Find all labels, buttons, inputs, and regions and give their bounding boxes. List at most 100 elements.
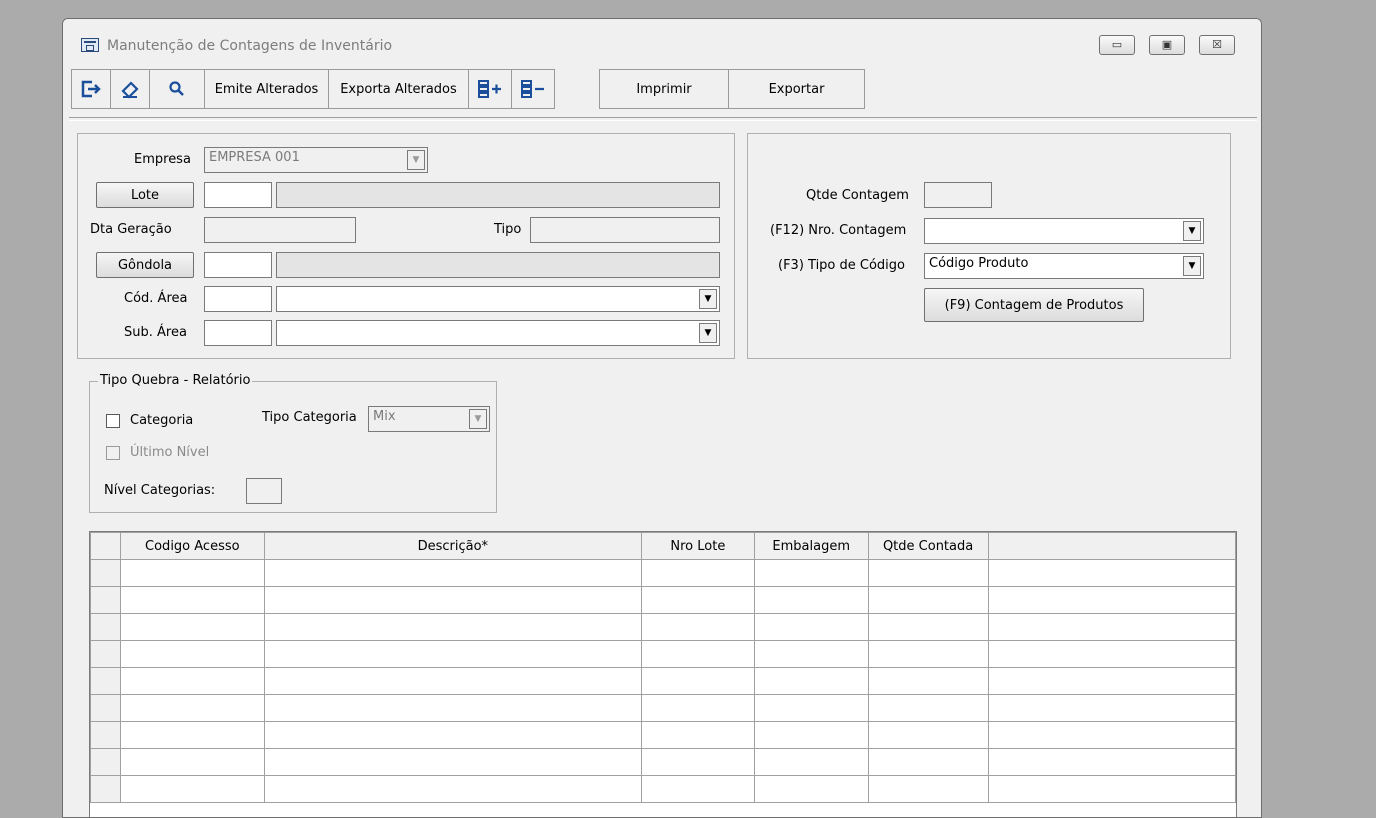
row-indicator[interactable] [90, 586, 121, 614]
table-cell[interactable] [263, 559, 642, 587]
table-cell[interactable] [753, 559, 869, 587]
table-cell[interactable] [640, 694, 755, 722]
close-button[interactable]: ☒ [1199, 35, 1235, 55]
table-cell[interactable] [119, 586, 265, 614]
items-grid[interactable]: Codigo Acesso Descrição* Nro Lote Embala… [89, 531, 1237, 817]
table-cell[interactable] [987, 694, 1236, 722]
table-cell[interactable] [867, 775, 989, 803]
row-indicator[interactable] [90, 775, 121, 803]
search-button[interactable] [149, 69, 205, 109]
column-header[interactable]: Qtde Contada [867, 532, 989, 560]
row-indicator[interactable] [90, 613, 121, 641]
table-cell[interactable] [753, 613, 869, 641]
cod-area-select[interactable]: ▼ [276, 286, 720, 312]
table-cell[interactable] [263, 667, 642, 695]
table-cell[interactable] [753, 586, 869, 614]
chevron-down-icon[interactable]: ▼ [1183, 221, 1201, 241]
imprimir-button[interactable]: Imprimir [599, 69, 729, 109]
table-cell[interactable] [987, 559, 1236, 587]
exporta-alterados-button[interactable]: Exporta Alterados [328, 69, 469, 109]
collapse-all-button[interactable] [511, 69, 555, 109]
table-cell[interactable] [263, 613, 642, 641]
table-cell[interactable] [119, 640, 265, 668]
table-row[interactable] [90, 775, 1236, 803]
table-row[interactable] [90, 667, 1236, 695]
table-cell[interactable] [987, 640, 1236, 668]
table-cell[interactable] [753, 694, 869, 722]
table-cell[interactable] [119, 721, 265, 749]
table-row[interactable] [90, 586, 1236, 614]
lote-button[interactable]: Lote [96, 182, 194, 208]
table-cell[interactable] [263, 640, 642, 668]
column-header[interactable]: Embalagem [753, 532, 869, 560]
table-cell[interactable] [753, 721, 869, 749]
table-cell[interactable] [263, 775, 642, 803]
gondola-button[interactable]: Gôndola [96, 252, 194, 278]
table-cell[interactable] [867, 559, 989, 587]
table-cell[interactable] [640, 721, 755, 749]
exportar-button[interactable]: Exportar [728, 69, 865, 109]
table-cell[interactable] [987, 748, 1236, 776]
chevron-down-icon[interactable]: ▼ [1183, 256, 1201, 276]
emite-alterados-button[interactable]: Emite Alterados [204, 69, 329, 109]
table-cell[interactable] [640, 640, 755, 668]
table-cell[interactable] [640, 667, 755, 695]
table-cell[interactable] [119, 559, 265, 587]
table-cell[interactable] [263, 586, 642, 614]
table-cell[interactable] [867, 721, 989, 749]
table-cell[interactable] [119, 667, 265, 695]
table-cell[interactable] [753, 748, 869, 776]
row-indicator[interactable] [90, 694, 121, 722]
table-cell[interactable] [867, 613, 989, 641]
table-cell[interactable] [263, 694, 642, 722]
table-cell[interactable] [987, 667, 1236, 695]
table-cell[interactable] [753, 640, 869, 668]
lote-code-input[interactable] [204, 182, 272, 208]
nro-contagem-select[interactable]: ▼ [924, 218, 1204, 244]
table-row[interactable] [90, 613, 1236, 641]
chevron-down-icon[interactable]: ▼ [699, 323, 717, 343]
table-cell[interactable] [753, 667, 869, 695]
table-row[interactable] [90, 559, 1236, 587]
table-cell[interactable] [753, 775, 869, 803]
table-cell[interactable] [640, 613, 755, 641]
row-indicator[interactable] [90, 721, 121, 749]
cod-area-input[interactable] [204, 286, 272, 312]
table-cell[interactable] [867, 640, 989, 668]
table-cell[interactable] [987, 775, 1236, 803]
row-indicator[interactable] [90, 640, 121, 668]
row-indicator[interactable] [90, 559, 121, 587]
table-cell[interactable] [867, 667, 989, 695]
table-row[interactable] [90, 721, 1236, 749]
table-cell[interactable] [640, 586, 755, 614]
column-header[interactable]: Nro Lote [640, 532, 755, 560]
table-cell[interactable] [987, 613, 1236, 641]
contagem-produtos-button[interactable]: (F9) Contagem de Produtos [924, 288, 1144, 322]
exit-button[interactable] [71, 69, 111, 109]
clear-button[interactable] [110, 69, 150, 109]
sub-area-select[interactable]: ▼ [276, 320, 720, 346]
table-row[interactable] [90, 748, 1236, 776]
chevron-down-icon[interactable]: ▼ [699, 289, 717, 309]
table-cell[interactable] [640, 748, 755, 776]
table-cell[interactable] [119, 613, 265, 641]
table-cell[interactable] [867, 748, 989, 776]
table-cell[interactable] [119, 775, 265, 803]
column-header[interactable]: Codigo Acesso [119, 532, 265, 560]
table-row[interactable] [90, 694, 1236, 722]
table-cell[interactable] [119, 694, 265, 722]
table-cell[interactable] [119, 748, 265, 776]
table-cell[interactable] [867, 586, 989, 614]
expand-all-button[interactable] [468, 69, 512, 109]
table-cell[interactable] [987, 586, 1236, 614]
row-indicator[interactable] [90, 667, 121, 695]
table-cell[interactable] [263, 748, 642, 776]
table-cell[interactable] [640, 775, 755, 803]
column-header[interactable]: Descrição* [263, 532, 642, 560]
tipo-codigo-select[interactable]: Código Produto ▼ [924, 253, 1204, 279]
sub-area-input[interactable] [204, 320, 272, 346]
table-cell[interactable] [987, 721, 1236, 749]
maximize-button[interactable]: ▣ [1149, 35, 1185, 55]
table-row[interactable] [90, 640, 1236, 668]
categoria-checkbox[interactable] [106, 414, 120, 428]
